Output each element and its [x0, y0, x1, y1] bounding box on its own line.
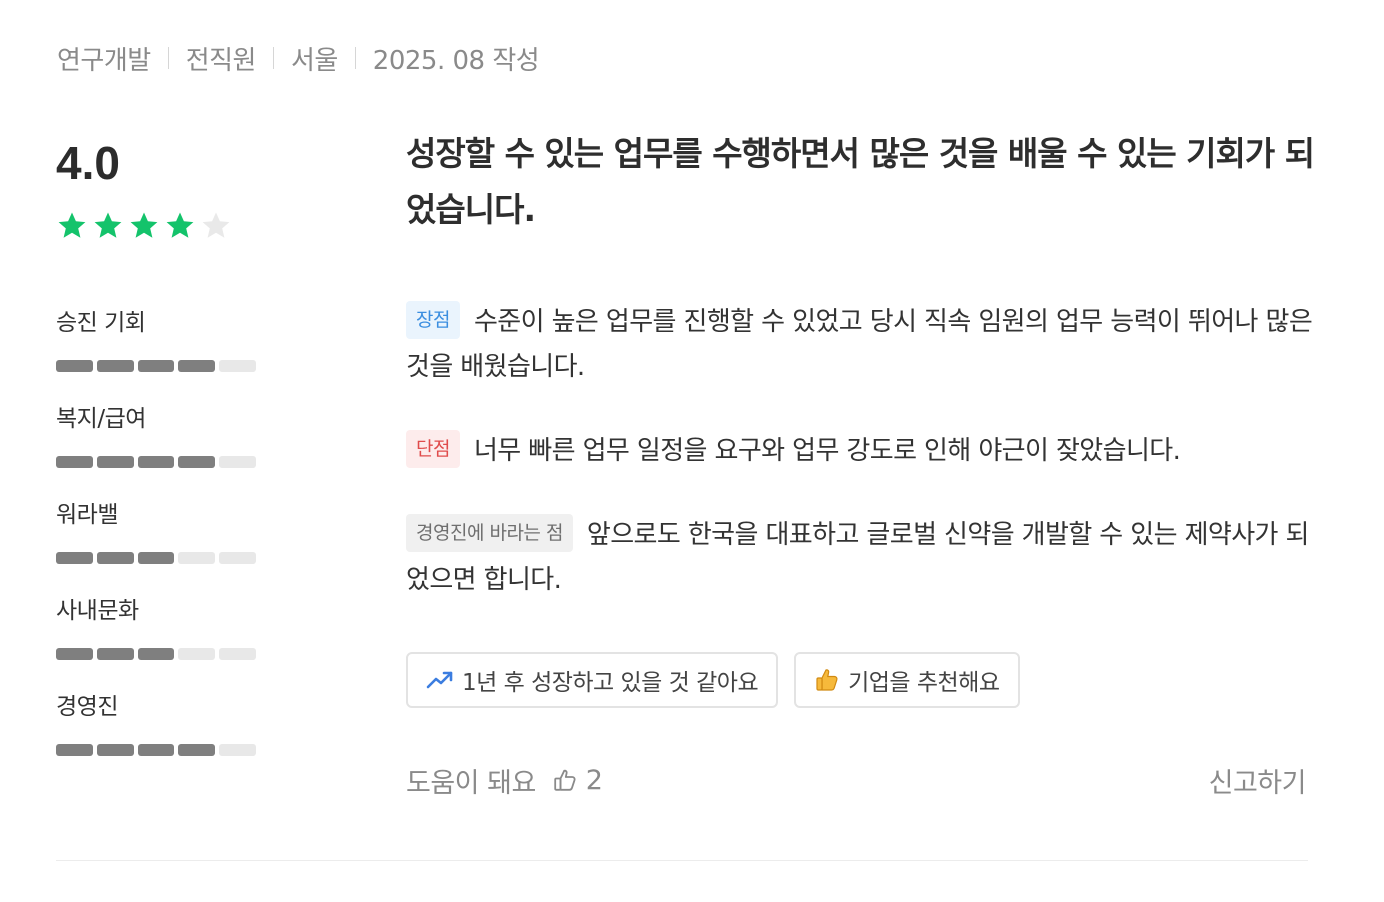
rating-segment [178, 648, 216, 660]
review-chips: 1년 후 성장하고 있을 것 같아요 기업을 추천해요 [406, 652, 1020, 708]
rating-segment [178, 456, 216, 468]
category-bar [56, 744, 256, 756]
cons-section: 단점 너무 빠른 업무 일정을 요구와 업무 강도로 인해 야근이 잦았습니다. [406, 429, 1316, 474]
rating-segment [56, 456, 93, 468]
trending-up-icon [426, 670, 454, 690]
review-card: 연구개발 전직원 서울 2025. 08 작성 4.0 승진 기회 복지/급여 … [0, 0, 1384, 902]
thumbs-up-emoji-icon [814, 667, 840, 693]
pros-section: 장점 수준이 높은 업무를 진행할 수 있었고 당시 직속 임원의 업무 능력이 … [406, 300, 1316, 390]
report-button[interactable]: 신고하기 [1209, 760, 1307, 800]
wish-tag: 경영진에 바라는 점 [406, 513, 573, 552]
overall-score: 4.0 [56, 137, 120, 189]
category-bar [56, 360, 256, 372]
category-welfare: 복지/급여 [56, 404, 256, 468]
rating-segment [96, 456, 134, 468]
star-icon [200, 210, 236, 244]
rating-segment [178, 552, 216, 564]
star-rating [56, 210, 236, 244]
cons-text: 너무 빠른 업무 일정을 요구와 업무 강도로 인해 야근이 잦았습니다. [473, 436, 1181, 466]
meta-date: 2025. 08 작성 [372, 45, 540, 76]
category-culture: 사내문화 [56, 596, 256, 660]
recommend-chip-label: 기업을 추천해요 [848, 670, 1000, 696]
rating-segment [137, 456, 175, 468]
meta-divider [354, 47, 356, 69]
category-label: 복지/급여 [56, 406, 146, 432]
star-icon [56, 210, 92, 244]
rating-segment [96, 648, 134, 660]
rating-segment [56, 648, 93, 660]
wish-section: 경영진에 바라는 점 앞으로도 한국을 대표하고 글로벌 신약을 개발할 수 있는… [406, 513, 1316, 603]
rating-segment [178, 360, 216, 372]
category-label: 승진 기회 [56, 310, 146, 336]
rating-segment [137, 360, 175, 372]
meta-location: 서울 [290, 45, 338, 76]
category-promotion: 승진 기회 [56, 308, 256, 372]
growth-chip: 1년 후 성장하고 있을 것 같아요 [406, 652, 779, 708]
cons-tag: 단점 [406, 429, 460, 468]
rating-segment [219, 648, 256, 660]
rating-segment [96, 552, 134, 564]
category-bar [56, 552, 256, 564]
category-bar [56, 648, 256, 660]
rating-segment [96, 744, 134, 756]
rating-segment [219, 456, 256, 468]
category-label: 사내문화 [56, 598, 139, 624]
rating-segment [219, 360, 256, 372]
rating-segment [137, 648, 175, 660]
review-meta: 연구개발 전직원 서울 2025. 08 작성 [57, 38, 540, 78]
divider [56, 860, 1308, 861]
rating-segment [56, 552, 93, 564]
rating-segment [56, 744, 93, 756]
star-icon [164, 210, 200, 244]
pros-text: 수준이 높은 업무를 진행할 수 있었고 당시 직속 임원의 업무 능력이 뛰어… [406, 307, 1313, 382]
thumbs-up-icon [552, 767, 578, 793]
category-worklife: 워라밸 [56, 500, 256, 564]
meta-job: 연구개발 [57, 45, 151, 76]
rating-segment [56, 360, 93, 372]
helpful-count: 2 [585, 764, 603, 796]
helpful-button[interactable]: 도움이 돼요 2 [406, 760, 603, 800]
rating-segment [137, 744, 175, 756]
star-icon [92, 210, 128, 244]
meta-status: 전직원 [185, 45, 257, 76]
rating-segment [219, 744, 256, 756]
category-label: 경영진 [56, 694, 118, 720]
category-label: 워라밸 [56, 502, 118, 528]
helpful-label: 도움이 돼요 [406, 767, 536, 799]
review-headline: 성장할 수 있는 업무를 수행하면서 많은 것을 배울 수 있는 기회가 되었습… [406, 134, 1315, 229]
category-management: 경영진 [56, 692, 256, 756]
growth-chip-label: 1년 후 성장하고 있을 것 같아요 [462, 670, 759, 696]
pros-tag: 장점 [406, 300, 460, 339]
rating-segment [178, 744, 216, 756]
star-icon [128, 210, 164, 244]
category-bar [56, 456, 256, 468]
rating-segment [137, 552, 175, 564]
meta-divider [272, 47, 274, 69]
meta-divider [167, 47, 169, 69]
recommend-chip: 기업을 추천해요 [794, 652, 1020, 708]
rating-segment [96, 360, 134, 372]
rating-segment [219, 552, 256, 564]
